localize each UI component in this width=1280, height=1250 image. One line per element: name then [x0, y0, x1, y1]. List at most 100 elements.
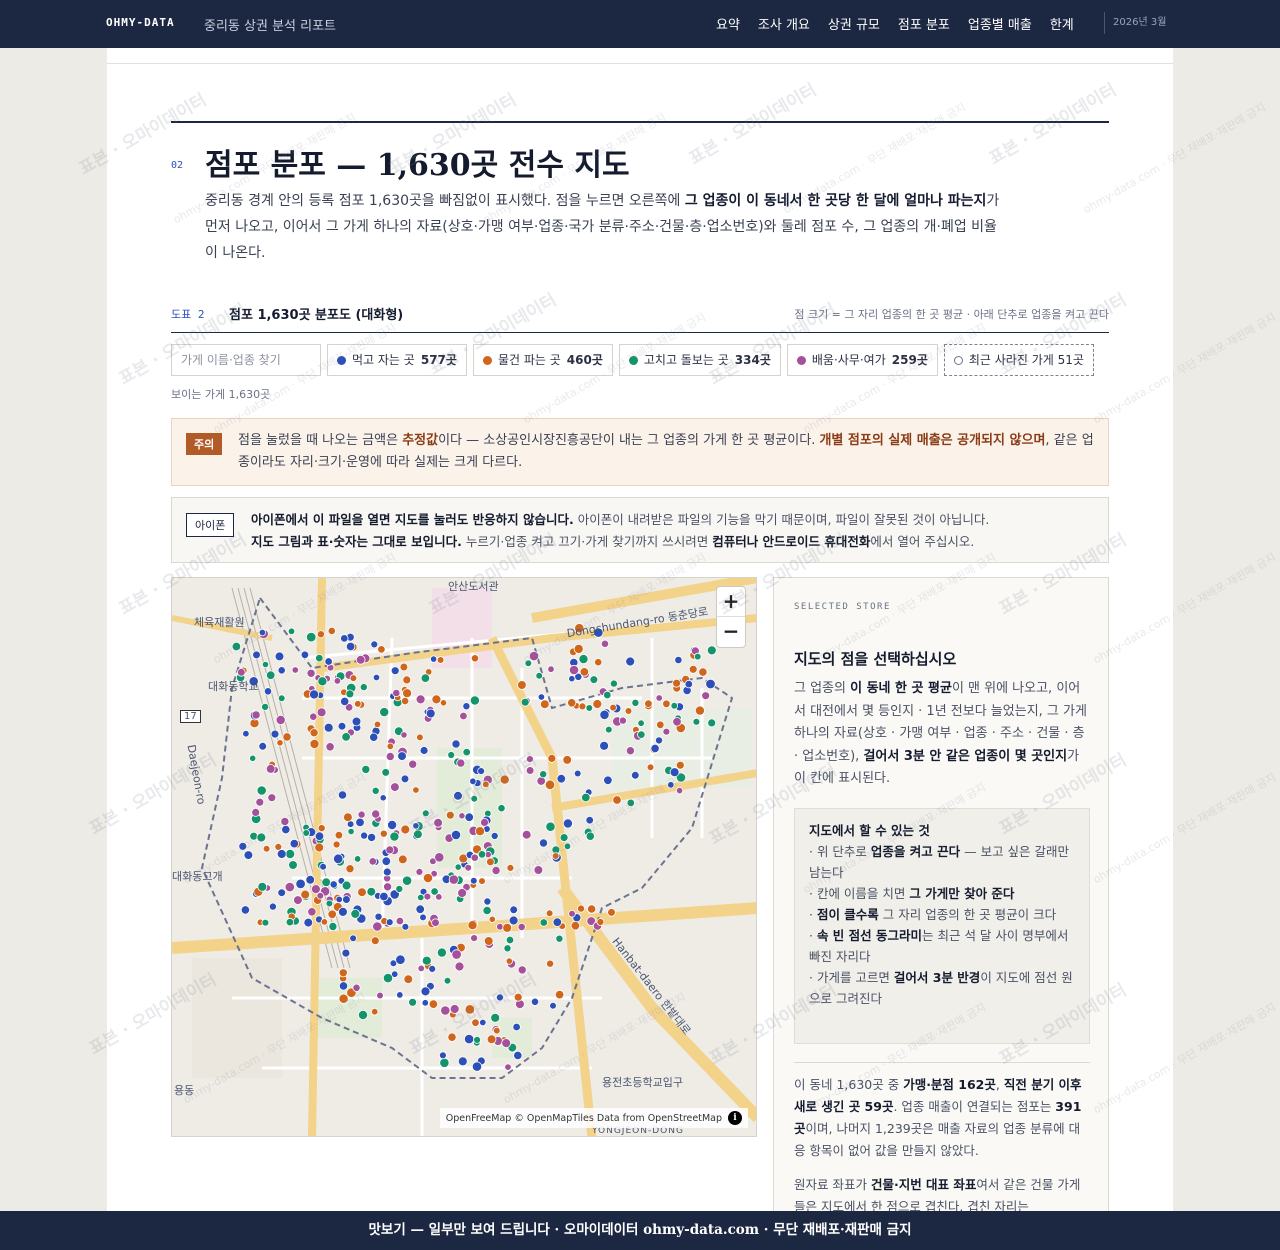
store-dot[interactable] — [445, 810, 455, 820]
store-dot[interactable] — [556, 773, 567, 784]
store-dot[interactable] — [450, 829, 462, 840]
store-dot[interactable] — [338, 993, 349, 1004]
store-dot[interactable] — [599, 740, 610, 751]
store-dot[interactable] — [451, 739, 461, 749]
store-dot[interactable] — [321, 877, 332, 888]
store-dot[interactable] — [385, 845, 395, 855]
store-dot[interactable] — [470, 853, 479, 862]
store-map[interactable]: 안산도서관 Dongchundang-ro 동춘당로 체육재활원 대화동학교 1… — [171, 577, 757, 1137]
nav-link-summary[interactable]: 요약 — [716, 14, 740, 33]
store-dot[interactable] — [359, 683, 368, 692]
store-dot[interactable] — [349, 934, 357, 943]
store-dot[interactable] — [440, 1005, 451, 1016]
store-dot[interactable] — [545, 821, 556, 832]
store-dot[interactable] — [612, 795, 622, 805]
store-dot[interactable] — [370, 936, 380, 946]
nav-link-limits[interactable]: 한계 — [1050, 14, 1074, 33]
store-dot[interactable] — [644, 699, 653, 708]
store-dot[interactable] — [303, 917, 314, 928]
store-dot[interactable] — [335, 895, 343, 904]
store-dot[interactable] — [258, 742, 267, 751]
store-dot[interactable] — [448, 874, 459, 885]
store-dot[interactable] — [559, 833, 569, 843]
store-dot[interactable] — [609, 679, 618, 688]
store-dot[interactable] — [345, 641, 356, 652]
store-dot[interactable] — [387, 819, 398, 830]
store-dot[interactable] — [501, 1038, 512, 1049]
store-dot[interactable] — [386, 742, 394, 750]
store-dot[interactable] — [625, 746, 635, 756]
store-dot[interactable] — [562, 818, 573, 829]
store-dot[interactable] — [626, 798, 635, 808]
store-dot[interactable] — [563, 842, 572, 850]
store-dot[interactable] — [334, 831, 344, 840]
store-dot[interactable] — [397, 751, 407, 761]
store-dot[interactable] — [421, 955, 432, 966]
store-dot[interactable] — [338, 968, 348, 978]
store-dot[interactable] — [470, 934, 479, 943]
store-dot[interactable] — [570, 921, 581, 931]
store-dot[interactable] — [431, 694, 442, 705]
store-dot[interactable] — [585, 831, 595, 841]
store-dot[interactable] — [417, 964, 425, 973]
store-dot[interactable] — [573, 769, 582, 778]
store-dot[interactable] — [530, 997, 540, 1006]
store-dot[interactable] — [694, 705, 705, 716]
store-dot[interactable] — [268, 902, 277, 911]
store-dot[interactable] — [402, 688, 413, 699]
store-dot[interactable] — [706, 645, 717, 656]
store-dot[interactable] — [289, 838, 300, 849]
store-dot[interactable] — [567, 698, 577, 708]
store-dot[interactable] — [603, 775, 613, 786]
store-dot[interactable] — [395, 954, 406, 965]
store-dot[interactable] — [693, 652, 702, 661]
store-dot[interactable] — [624, 707, 633, 715]
store-dot[interactable] — [400, 731, 408, 739]
store-dot[interactable] — [408, 759, 418, 769]
store-dot[interactable] — [306, 668, 316, 678]
store-dot[interactable] — [255, 797, 265, 807]
store-dot[interactable] — [319, 862, 327, 871]
store-dot[interactable] — [402, 875, 413, 886]
store-dot[interactable] — [618, 716, 627, 725]
store-dot[interactable] — [401, 697, 410, 706]
store-dot[interactable] — [578, 654, 589, 665]
store-dot[interactable] — [439, 1057, 450, 1068]
store-dot[interactable] — [379, 794, 387, 802]
store-dot[interactable] — [371, 786, 380, 795]
store-dot[interactable] — [324, 657, 333, 666]
store-dot[interactable] — [412, 822, 420, 830]
store-dot[interactable] — [315, 653, 324, 663]
store-dot[interactable] — [547, 753, 557, 763]
nav-link-store-distribution[interactable]: 점포 분포 — [898, 14, 950, 33]
store-dot[interactable] — [267, 793, 277, 803]
store-dot[interactable] — [698, 667, 708, 677]
store-dot[interactable] — [288, 860, 298, 870]
store-dot[interactable] — [385, 918, 394, 927]
store-dot[interactable] — [320, 918, 329, 926]
store-dot[interactable] — [469, 777, 477, 785]
store-dot[interactable] — [576, 904, 585, 913]
store-dot[interactable] — [309, 738, 320, 749]
store-dot[interactable] — [293, 895, 303, 905]
store-dot[interactable] — [654, 736, 663, 745]
store-dot[interactable] — [372, 673, 381, 682]
filter-chip-education-office-leisure[interactable]: 배움·사무·여가 259곳 — [786, 344, 938, 376]
store-dot[interactable] — [573, 643, 584, 654]
store-dot[interactable] — [592, 699, 603, 709]
store-dot[interactable] — [525, 755, 534, 764]
store-dot[interactable] — [477, 850, 487, 859]
store-dot[interactable] — [544, 779, 556, 791]
store-dot[interactable] — [350, 908, 361, 919]
store-dot[interactable] — [243, 850, 254, 860]
store-dot[interactable] — [555, 934, 564, 943]
store-dot[interactable] — [517, 680, 527, 690]
store-dot[interactable] — [589, 675, 599, 684]
store-dot[interactable] — [637, 730, 646, 739]
store-dot[interactable] — [459, 711, 468, 721]
store-dot[interactable] — [490, 831, 499, 840]
store-dot[interactable] — [552, 917, 563, 927]
store-dot[interactable] — [354, 700, 362, 708]
store-dot[interactable] — [562, 755, 573, 765]
store-dot[interactable] — [456, 758, 466, 768]
